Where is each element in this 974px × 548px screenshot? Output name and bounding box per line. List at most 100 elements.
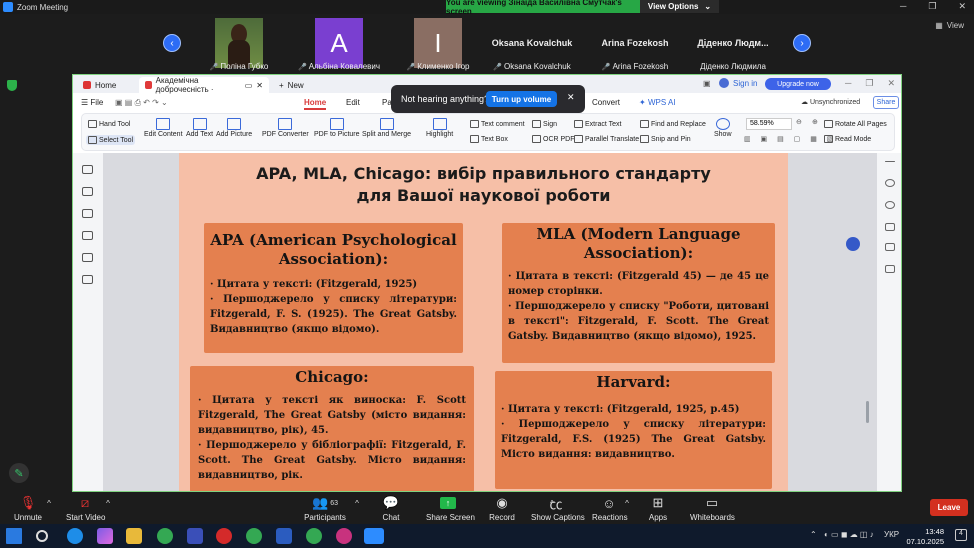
start-video-button[interactable]: ⧄ Start Video [66, 492, 105, 522]
restore-icon[interactable]: ❐ [928, 1, 936, 12]
bookmark-icon[interactable] [82, 165, 93, 174]
menu-convert[interactable]: Convert [592, 98, 620, 107]
view-button[interactable]: ▦ View [935, 21, 964, 30]
windows-start-icon[interactable] [6, 528, 22, 544]
menu-home[interactable]: Home [304, 98, 327, 110]
page-navigator-icon[interactable] [846, 237, 860, 251]
zoom-level-field[interactable]: 58.59% [746, 118, 792, 130]
text-box-button[interactable]: Text Box [470, 135, 508, 143]
audio-options-caret[interactable]: ^ [44, 492, 54, 513]
read-mode-button[interactable]: Read Mode [824, 135, 871, 143]
quick-access-icons[interactable]: ▣ ▤ ⎙ ↶ ↷ ⌄ [115, 98, 168, 108]
close-tab-icon[interactable]: ✕ [256, 81, 263, 90]
chat-button[interactable]: 💬 Chat [380, 492, 402, 522]
participant-tile[interactable]: Діденко Людм... Діденко Людмила [686, 18, 780, 72]
opera-icon[interactable] [216, 528, 232, 544]
menu-edit[interactable]: Edit [346, 98, 360, 107]
add-picture-button[interactable]: Add Picture [216, 118, 252, 138]
participant-tile[interactable]: A 🎤 Альбіна Ковалевич [292, 18, 386, 72]
attachment-icon[interactable] [82, 231, 93, 240]
snip-pin-button[interactable]: Snip and Pin [640, 135, 691, 143]
chrome-icon[interactable] [306, 528, 322, 544]
search-icon[interactable] [885, 179, 895, 187]
rotate-all-pages-button[interactable]: Rotate All Pages [824, 120, 887, 128]
vertical-scrollbar[interactable] [866, 401, 869, 423]
participant-tile[interactable]: І 🎤 Клименко Ігор [391, 18, 485, 72]
sync-status[interactable]: ☁ Unsynchronized [801, 98, 860, 106]
share-screen-button[interactable]: ↑ Share Screen [426, 492, 475, 522]
search-icon[interactable] [36, 530, 48, 542]
add-text-button[interactable]: Add Text [186, 118, 213, 138]
zoom-in-icon[interactable]: ⊕ [812, 118, 818, 126]
system-clock[interactable]: 13:48 07.10.2025 [900, 527, 944, 547]
video-options-caret[interactable]: ^ [103, 492, 113, 513]
sign-button[interactable]: Sign [532, 120, 557, 128]
find-replace-button[interactable]: Find and Replace [640, 120, 706, 128]
reactions-options-caret[interactable]: ^ [622, 492, 632, 513]
word-icon[interactable] [276, 528, 292, 544]
minimize-icon[interactable]: ─ [845, 78, 851, 89]
unmute-button[interactable]: 🎙︎ Unmute [12, 492, 44, 522]
close-notification-icon[interactable]: ✕ [567, 92, 575, 103]
tab-home[interactable]: Home [77, 77, 122, 93]
gallery-next-button[interactable]: › [793, 34, 811, 52]
participants-options-caret[interactable]: ^ [352, 492, 362, 513]
menu-file[interactable]: ☰ File [81, 98, 103, 107]
restore-icon[interactable]: ❐ [865, 78, 873, 89]
participants-button[interactable]: 👥 63 Participants [303, 492, 347, 522]
zoom-out-icon[interactable]: ⊖ [796, 118, 802, 126]
copilot-icon[interactable] [97, 528, 113, 544]
ocr-pdf-button[interactable]: OCR PDF [532, 135, 575, 143]
split-merge-button[interactable]: Split and Merge [362, 118, 411, 138]
edge-icon[interactable] [67, 528, 83, 544]
show-hidden-icons[interactable]: ⌃ [810, 530, 817, 539]
reactions-button[interactable]: ☺ Reactions [592, 492, 628, 523]
tray-icons[interactable]: ◐ ▭ ◼ ☁ ◫ ♪ [824, 530, 874, 539]
participant-tile[interactable]: 🎤 Поліна Губко [192, 18, 286, 72]
settings-sliders-icon[interactable] [885, 223, 895, 231]
comment-icon[interactable] [82, 209, 93, 218]
chrome-icon[interactable] [157, 528, 173, 544]
highlight-button[interactable]: Highlight [426, 118, 453, 138]
sign-in-button[interactable]: Sign in [719, 78, 757, 88]
export-icon[interactable] [885, 243, 895, 251]
grid-icon[interactable] [885, 265, 895, 273]
upgrade-button[interactable]: Upgrade now [765, 78, 831, 90]
file-explorer-icon[interactable] [126, 528, 142, 544]
extract-text-button[interactable]: Extract Text [574, 120, 621, 128]
app-icon[interactable] [187, 528, 203, 544]
participant-tile[interactable]: Arina Fozekosh 🎤 Arina Fozekosh [588, 18, 682, 72]
edit-content-button[interactable]: Edit Content [144, 118, 183, 138]
parallel-translate-button[interactable]: Parallel Translate [574, 135, 639, 143]
participant-tile[interactable]: Oksana Kovalchuk 🎤 Oksana Kovalchuk [485, 18, 579, 72]
select-tool-button[interactable]: Select Tool [86, 135, 136, 145]
chrome-profile-icon[interactable] [246, 528, 262, 544]
close-icon[interactable]: ✕ [887, 78, 895, 89]
gallery-prev-button[interactable]: ‹ [163, 34, 181, 52]
zoom-taskbar-icon[interactable] [364, 528, 384, 544]
menu-wps-ai[interactable]: ✦ WPS AI [639, 98, 676, 107]
help-icon[interactable] [885, 201, 895, 209]
tab-document[interactable]: Академічна доброчесність · ▭ ✕ [139, 76, 269, 94]
hand-tool-button[interactable]: Hand Tool [88, 120, 130, 128]
text-comment-button[interactable]: Text comment [470, 120, 525, 128]
thumbnails-icon[interactable] [82, 187, 93, 196]
signature-icon[interactable] [82, 253, 93, 262]
pdf-converter-button[interactable]: PDF Converter [262, 118, 309, 138]
new-tab-button[interactable]: + New [273, 77, 310, 93]
leave-button[interactable]: Leave [930, 499, 968, 516]
notifications-icon[interactable]: 4 [955, 529, 967, 541]
whiteboards-button[interactable]: ▭ Whiteboards [690, 492, 735, 522]
close-icon[interactable]: ✕ [958, 1, 966, 12]
show-button[interactable]: Show [714, 118, 732, 138]
pdf-to-picture-button[interactable]: PDF to Picture [314, 118, 360, 138]
annotate-pen-icon[interactable]: ✎ [9, 463, 29, 483]
viber-icon[interactable] [336, 528, 352, 544]
layers-icon[interactable] [82, 275, 93, 284]
view-options-button[interactable]: View Options ⌄ [640, 0, 719, 13]
record-button[interactable]: ◉ Record [488, 492, 516, 522]
captions-options-caret[interactable]: ^ [547, 492, 557, 513]
window-mode-icon[interactable]: ▣ [703, 79, 711, 88]
collapse-icon[interactable] [885, 161, 895, 162]
turn-up-volume-button[interactable]: Turn up volume [486, 91, 557, 107]
